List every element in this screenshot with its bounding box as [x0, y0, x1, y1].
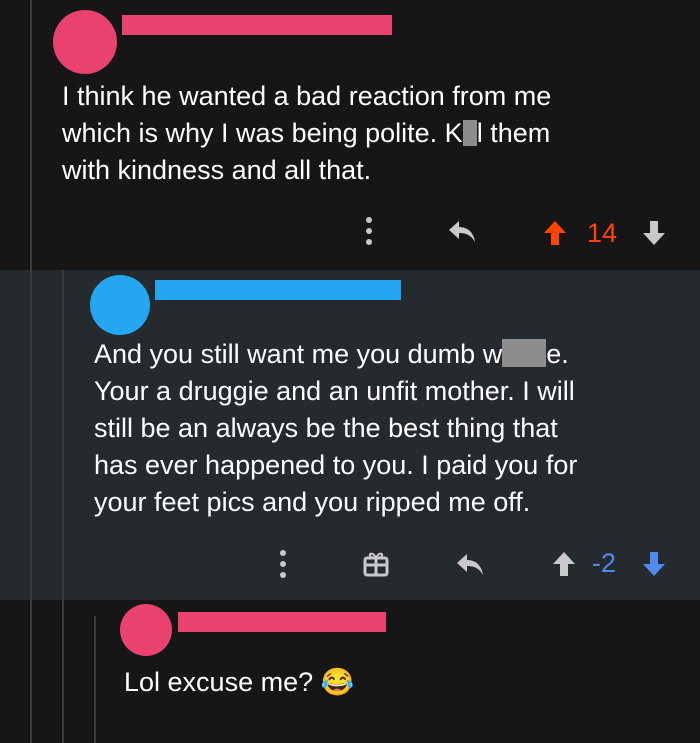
thread-line[interactable]	[30, 600, 32, 743]
upvote-button[interactable]	[550, 549, 578, 579]
comment-text: I think he wanted a bad reaction from me…	[62, 81, 552, 185]
comment-2: And you still want me you dumb w e. Your …	[0, 270, 700, 600]
laughing-emoji-icon: 😂	[320, 667, 355, 697]
upvote-icon	[553, 552, 575, 576]
reply-icon	[457, 554, 483, 575]
redaction-block	[502, 339, 547, 367]
gift-icon	[363, 552, 389, 577]
redacted-username[interactable]	[178, 612, 386, 632]
reply-button[interactable]	[446, 216, 478, 248]
more-icon	[366, 217, 372, 245]
thread-line[interactable]	[30, 0, 32, 270]
give-award-button[interactable]	[360, 548, 392, 580]
thread-line[interactable]	[62, 270, 64, 600]
reply-icon	[449, 221, 475, 242]
downvote-button[interactable]	[640, 549, 668, 579]
thread-line[interactable]	[30, 270, 32, 600]
more-options-button[interactable]	[270, 546, 296, 582]
comment-1: I think he wanted a bad reaction from me…	[0, 0, 700, 270]
redacted-username[interactable]	[122, 15, 392, 35]
vote-score: -2	[592, 548, 617, 578]
avatar[interactable]	[120, 604, 172, 656]
redacted-username[interactable]	[155, 280, 401, 300]
redaction-block	[462, 120, 477, 146]
comment-text: And you still want me you dumb w e. Your …	[94, 339, 578, 517]
avatar[interactable]	[90, 275, 150, 335]
comment-3: Lol excuse me? 😂	[0, 600, 700, 743]
reply-button[interactable]	[454, 549, 486, 581]
upvote-icon	[544, 221, 566, 245]
more-options-button[interactable]	[356, 213, 382, 249]
downvote-button[interactable]	[640, 218, 668, 248]
vote-score: 14	[587, 218, 618, 248]
thread-line[interactable]	[62, 600, 64, 743]
thread-line[interactable]	[94, 616, 96, 743]
avatar[interactable]	[53, 10, 117, 74]
more-icon	[280, 550, 286, 578]
comment-text: Lol excuse me? 😂	[124, 667, 355, 697]
downvote-icon	[643, 552, 665, 576]
downvote-icon	[643, 221, 665, 245]
upvote-button[interactable]	[541, 218, 569, 248]
